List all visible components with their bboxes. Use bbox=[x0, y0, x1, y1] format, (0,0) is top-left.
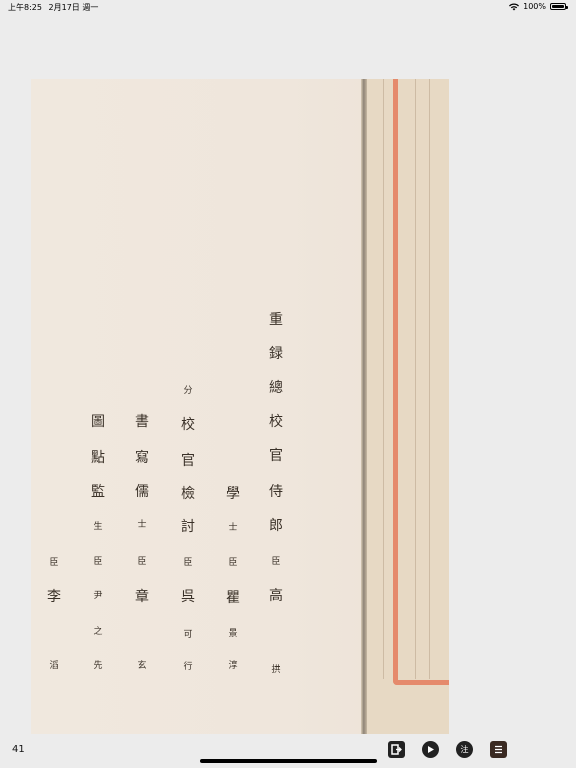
glyph: 重 bbox=[269, 312, 283, 328]
glyph: 之 bbox=[93, 627, 103, 637]
list-icon bbox=[495, 745, 502, 754]
glyph: 先 bbox=[93, 661, 103, 671]
glyph: 李 bbox=[47, 589, 61, 605]
glyph: 呉 bbox=[181, 589, 195, 605]
glyph: 檢 bbox=[181, 486, 195, 502]
status-bar: 上午8:25 2月17日 週一 100% bbox=[0, 0, 576, 16]
glyph: 臣 bbox=[271, 557, 281, 567]
glyph: 玄 bbox=[137, 661, 147, 671]
exit-icon bbox=[391, 744, 402, 755]
glyph: 臣 bbox=[93, 557, 103, 567]
glyph: 官 bbox=[269, 448, 283, 464]
glyph: 高 bbox=[269, 588, 283, 604]
glyph: 寫 bbox=[135, 450, 149, 466]
status-time-date: 上午8:25 2月17日 週一 bbox=[8, 2, 98, 13]
margin-rule bbox=[383, 79, 384, 679]
glyph: 臣 bbox=[183, 558, 193, 568]
glyph: 郎 bbox=[269, 518, 283, 534]
glyph: 校 bbox=[181, 417, 195, 433]
glyph: 臣 bbox=[228, 558, 238, 568]
annotation-button[interactable]: 注 bbox=[456, 741, 473, 758]
glyph: 侍 bbox=[269, 484, 283, 500]
red-border-line bbox=[393, 79, 398, 679]
play-button[interactable] bbox=[422, 741, 439, 758]
glyph: 臣 bbox=[137, 557, 147, 567]
play-icon bbox=[428, 746, 434, 753]
glyph: 滔 bbox=[49, 661, 59, 671]
glyph: 校 bbox=[269, 414, 283, 430]
glyph: 尹 bbox=[93, 591, 103, 601]
glyph: 章 bbox=[135, 589, 149, 605]
battery-percent: 100% bbox=[523, 2, 546, 11]
wifi-icon bbox=[509, 2, 520, 10]
glyph: 淳 bbox=[228, 661, 238, 671]
annotation-label: 注 bbox=[460, 745, 469, 754]
glyph: 分 bbox=[183, 386, 193, 396]
glyph: 臣 bbox=[49, 558, 59, 568]
glyph: 士 bbox=[137, 520, 147, 530]
glyph: 拱 bbox=[271, 665, 281, 675]
glyph: 景 bbox=[228, 629, 238, 639]
page-margin bbox=[367, 79, 449, 734]
home-indicator[interactable] bbox=[200, 759, 377, 763]
glyph: 討 bbox=[181, 519, 195, 535]
glyph: 録 bbox=[269, 346, 283, 362]
status-time: 上午8:25 bbox=[8, 3, 42, 12]
glyph: 官 bbox=[181, 453, 195, 469]
glyph: 瞿 bbox=[226, 590, 240, 606]
status-indicators: 100% bbox=[509, 2, 568, 11]
glyph: 儒 bbox=[135, 484, 149, 500]
glyph: 生 bbox=[93, 522, 103, 532]
scanned-page[interactable]: 重 録 總 校 官 侍 郎 臣 高 拱 學 士 臣 瞿 景 淳 分 校 官 檢 … bbox=[31, 79, 449, 734]
glyph: 士 bbox=[228, 523, 238, 533]
table-of-contents-button[interactable] bbox=[490, 741, 507, 758]
margin-rule bbox=[415, 79, 416, 679]
battery-icon bbox=[550, 3, 568, 10]
glyph: 點 bbox=[91, 450, 105, 466]
glyph: 監 bbox=[91, 484, 105, 500]
status-date: 2月17日 週一 bbox=[48, 3, 99, 12]
red-border-corner bbox=[393, 673, 449, 685]
glyph: 書 bbox=[135, 414, 149, 430]
margin-rule bbox=[429, 79, 430, 679]
glyph: 可 bbox=[183, 630, 193, 640]
reader-toolbar: 注 bbox=[388, 741, 507, 758]
page-number: 41 bbox=[12, 744, 25, 755]
glyph: 行 bbox=[183, 662, 193, 672]
glyph: 圖 bbox=[91, 414, 105, 430]
glyph: 總 bbox=[269, 380, 283, 396]
exit-reader-button[interactable] bbox=[388, 741, 405, 758]
glyph: 學 bbox=[226, 486, 240, 502]
